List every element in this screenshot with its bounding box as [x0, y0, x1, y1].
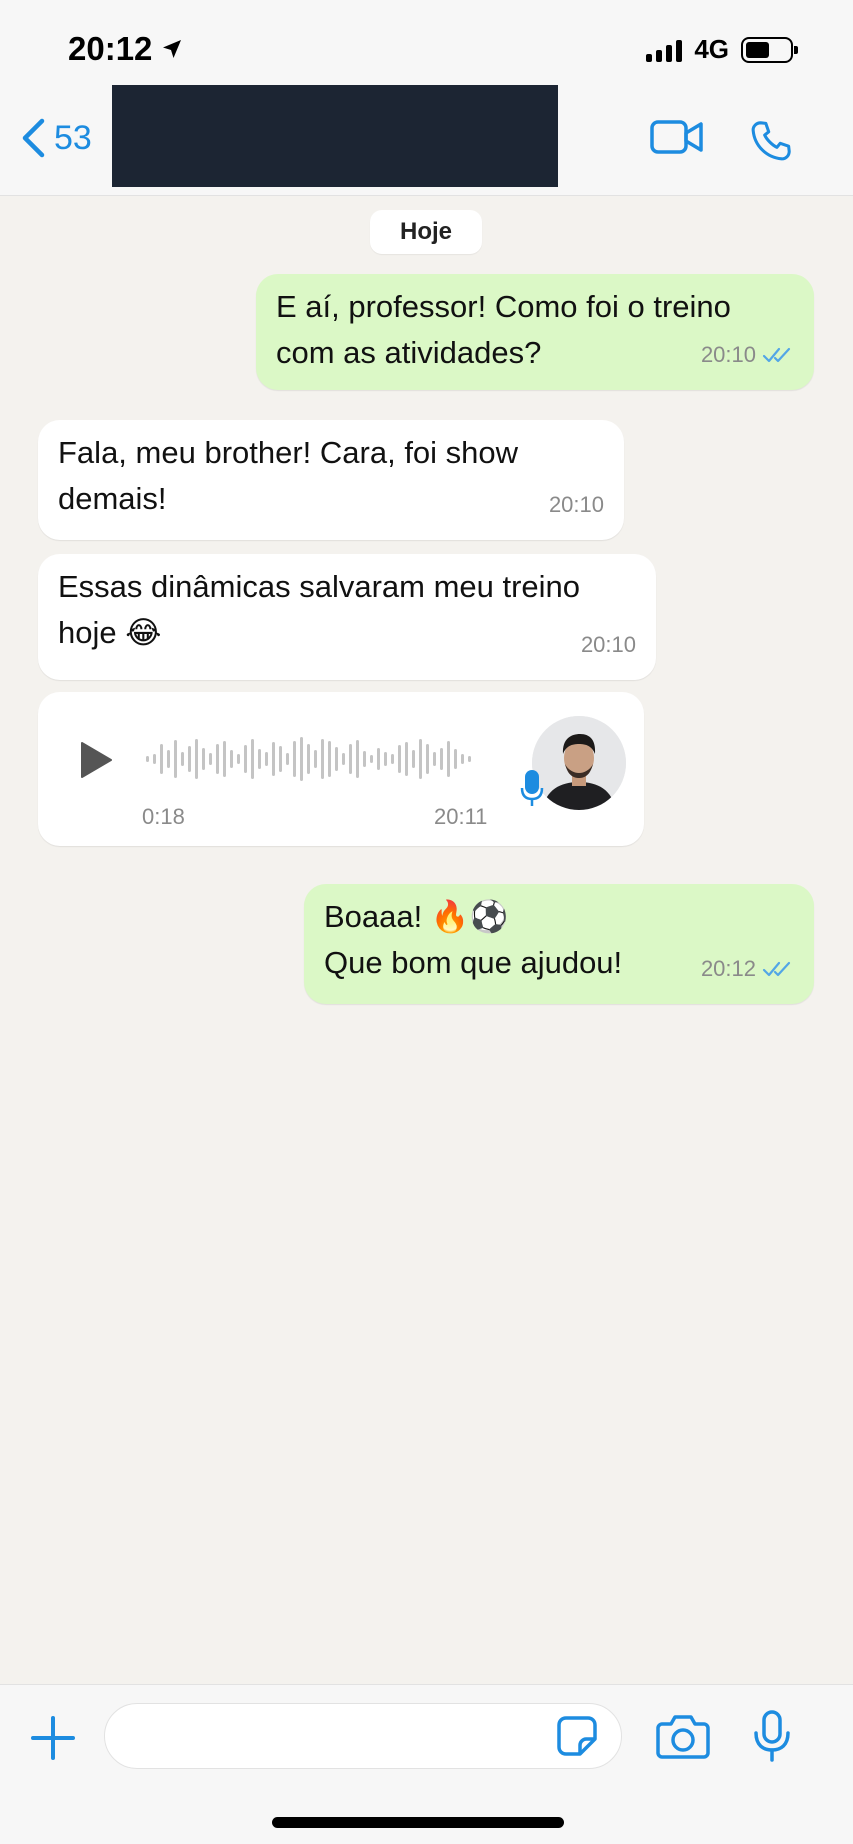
chat-header: 53 [0, 80, 853, 196]
status-indicators: 4G [646, 34, 798, 65]
waveform-bar [314, 750, 317, 768]
waveform-bar [230, 750, 233, 768]
voice-message[interactable]: 0:18 20:11 [38, 692, 644, 846]
redacted-contact-name [112, 85, 558, 187]
message-time: 20:10 [548, 492, 604, 517]
audio-duration: 0:18 [142, 804, 185, 829]
location-arrow-icon [163, 40, 182, 58]
message-input[interactable] [104, 1703, 622, 1769]
microphone-icon[interactable] [752, 1709, 792, 1763]
waveform-bar [398, 745, 401, 773]
waveform-bar [167, 750, 170, 768]
waveform-bar [384, 752, 387, 766]
status-time-text: 20:12 [68, 30, 153, 67]
microphone-badge-icon [520, 770, 544, 806]
double-check-icon [762, 347, 791, 363]
waveform-bar [342, 753, 345, 765]
waveform-bar [174, 740, 177, 778]
waveform-bar [286, 753, 289, 765]
battery-icon [741, 36, 798, 63]
waveform-bar [391, 754, 394, 764]
audio-waveform[interactable] [146, 734, 471, 784]
waveform-bar [433, 752, 436, 766]
waveform-bar [223, 741, 226, 777]
waveform-bar [335, 747, 338, 771]
message-time: 20:12 [700, 956, 756, 981]
date-separator: Hoje [370, 210, 482, 254]
waveform-bar [272, 742, 275, 776]
waveform-bar [195, 739, 198, 779]
message-time: 20:10 [580, 632, 636, 657]
waveform-bar [244, 745, 247, 773]
plus-icon[interactable] [30, 1715, 76, 1761]
double-check-icon [762, 961, 791, 977]
waveform-bar [237, 754, 240, 764]
waveform-bar [419, 739, 422, 779]
message-meta: 20:10 [549, 482, 604, 528]
waveform-bar [160, 744, 163, 774]
status-clock: 20:12 [68, 30, 184, 68]
waveform-bar [307, 744, 310, 774]
waveform-bar [349, 744, 352, 774]
waveform-bar [328, 741, 331, 777]
waveform-bar [405, 742, 408, 776]
waveform-bar [258, 749, 261, 769]
waveform-bar [370, 755, 373, 763]
message-meta: 20:10 [581, 622, 636, 668]
person-avatar-icon [532, 716, 626, 810]
message-bubble-outgoing[interactable]: Boaaa! 🔥⚽ Que bom que ajudou! 20:12 [304, 884, 814, 1004]
waveform-bar [363, 751, 366, 767]
waveform-bar [412, 750, 415, 768]
waveform-bar [454, 749, 457, 769]
waveform-bar [461, 754, 464, 764]
message-meta: 20:12 [701, 946, 794, 992]
waveform-bar [377, 748, 380, 770]
unread-count: 53 [54, 118, 92, 157]
message-bubble-incoming[interactable]: Essas dinâmicas salvaram meu treino hoje… [38, 554, 656, 680]
message-bubble-incoming[interactable]: Fala, meu brother! Cara, foi show demais… [38, 420, 624, 540]
back-button[interactable]: 53 [20, 118, 92, 158]
camera-icon[interactable] [656, 1713, 710, 1759]
signal-icon [646, 38, 683, 62]
message-meta: 20:10 [701, 332, 794, 378]
video-call-icon[interactable] [650, 118, 704, 156]
sticker-icon[interactable] [556, 1715, 598, 1757]
home-indicator [272, 1817, 564, 1828]
waveform-bar [146, 756, 149, 762]
waveform-bar [356, 740, 359, 778]
play-icon[interactable] [78, 740, 114, 780]
waveform-bar [279, 746, 282, 772]
waveform-bar [188, 746, 191, 772]
waveform-bar [300, 737, 303, 781]
waveform-bar [153, 754, 156, 764]
waveform-bar [447, 741, 450, 777]
chevron-left-icon [22, 118, 45, 158]
waveform-bar [216, 744, 219, 774]
network-type: 4G [694, 34, 729, 64]
waveform-bar [251, 739, 254, 779]
waveform-bar [468, 756, 471, 762]
message-bubble-outgoing[interactable]: E aí, professor! Como foi o treino com a… [256, 274, 814, 390]
message-text: Fala, meu brother! Cara, foi show demais… [58, 435, 519, 516]
waveform-bar [293, 741, 296, 777]
phone-call-icon[interactable] [748, 118, 794, 164]
waveform-bar [209, 753, 212, 765]
message-text: Essas dinâmicas salvaram meu treino hoje… [58, 569, 581, 650]
waveform-bar [265, 752, 268, 766]
waveform-bar [202, 748, 205, 770]
avatar [532, 716, 626, 810]
message-time: 20:10 [700, 342, 756, 367]
message-time: 20:11 [434, 804, 488, 829]
waveform-bar [321, 739, 324, 779]
waveform-bar [426, 744, 429, 774]
waveform-bar [181, 752, 184, 766]
waveform-bar [440, 748, 443, 770]
